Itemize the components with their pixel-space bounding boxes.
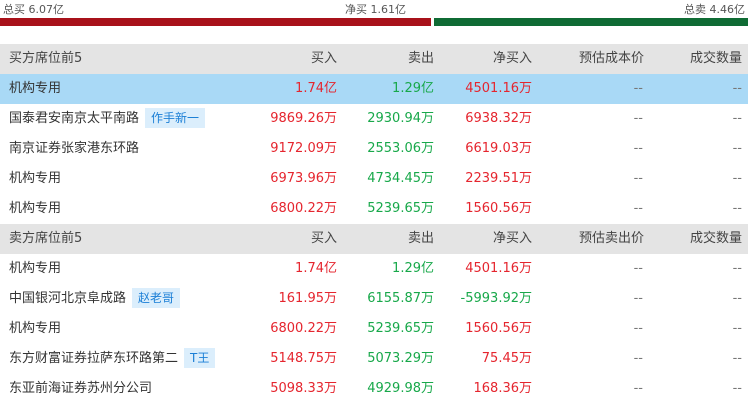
table-row[interactable]: 机构专用 1.74亿 1.29亿 4501.16万 -- -- (0, 254, 748, 284)
seat-name: 国泰君安南京太平南路 (9, 111, 140, 126)
col-seat-name: 买方席位前5 (9, 51, 83, 66)
net-amount: 6938.32万 (465, 111, 532, 126)
trader-tag[interactable]: 作手新一 (145, 107, 206, 128)
net-amount: 168.36万 (473, 381, 533, 396)
seat-name: 南京证券张家港东环路 (9, 141, 140, 156)
volume: -- (732, 111, 742, 126)
col-net-buy: 净买入 (492, 231, 532, 246)
seat-name: 机构专用 (9, 261, 62, 276)
seat-name: 机构专用 (9, 321, 62, 336)
volume: -- (732, 291, 742, 306)
col-sell: 卖出 (407, 51, 434, 66)
col-volume: 成交数量 (689, 231, 742, 246)
table-row[interactable]: 机构专用 6800.22万 5239.65万 1560.56万 -- -- (0, 314, 748, 344)
trader-tag[interactable]: 赵老哥 (132, 287, 181, 308)
table-row[interactable]: 机构专用 1.74亿 1.29亿 4501.16万 -- -- (0, 74, 748, 104)
seat-name: 机构专用 (9, 81, 62, 96)
buy-amount: 6800.22万 (270, 321, 337, 336)
buy-amount: 6973.96万 (270, 171, 337, 186)
seat-name-cell: 中国银河北京阜成路 赵老哥 (9, 284, 181, 314)
table-row[interactable]: 东亚前海证券苏州分公司 5098.33万 4929.98万 168.36万 --… (0, 374, 748, 400)
buy-sell-ratio-bar (0, 18, 748, 26)
seat-name: 机构专用 (9, 171, 62, 186)
sell-amount: 1.29亿 (392, 261, 434, 276)
volume: -- (732, 261, 742, 276)
summary-bar-labels: 总买 6.07亿 净买 1.61亿 总卖 4.46亿 (0, 0, 748, 16)
seat-name: 机构专用 (9, 201, 62, 216)
sell-amount: 5239.65万 (367, 201, 434, 216)
net-amount: 6619.03万 (465, 141, 532, 156)
net-amount: 4501.16万 (465, 81, 532, 96)
buy-amount: 9172.09万 (270, 141, 337, 156)
sell-amount: 5239.65万 (367, 321, 434, 336)
net-amount: -5993.92万 (460, 291, 532, 306)
table-row[interactable]: 国泰君安南京太平南路 作手新一 9869.26万 2930.94万 6938.32… (0, 104, 748, 134)
col-est-sell: 预估卖出价 (578, 231, 644, 246)
net-amount: 2239.51万 (465, 171, 532, 186)
sell-amount: 4734.45万 (367, 171, 434, 186)
col-buy: 买入 (310, 51, 337, 66)
sell-section-header: 卖方席位前5 买入 卖出 净买入 预估卖出价 成交数量 (0, 224, 748, 254)
buy-section-header: 买方席位前5 买入 卖出 净买入 预估成本价 成交数量 (0, 44, 748, 74)
table-row[interactable]: 机构专用 6973.96万 4734.45万 2239.51万 -- -- (0, 164, 748, 194)
seat-name-cell: 国泰君安南京太平南路 作手新一 (9, 104, 206, 134)
sell-amount: 4929.98万 (367, 381, 434, 396)
col-net-buy: 净买入 (492, 51, 532, 66)
seat-name: 东亚前海证券苏州分公司 (9, 381, 153, 396)
est-price: -- (633, 141, 643, 156)
volume: -- (732, 321, 742, 336)
volume: -- (732, 171, 742, 186)
buy-amount: 5148.75万 (270, 351, 337, 366)
col-sell: 卖出 (407, 231, 434, 246)
total-sell-label: 总卖 4.46亿 (684, 3, 745, 16)
total-buy-bar (0, 18, 431, 26)
sell-amount: 5073.29万 (367, 351, 434, 366)
net-buy-label: 净买 1.61亿 (345, 3, 406, 16)
table-row[interactable]: 东方财富证券拉萨东环路第二 T王 5148.75万 5073.29万 75.45万… (0, 344, 748, 374)
est-price: -- (633, 261, 643, 276)
est-price: -- (633, 81, 643, 96)
net-amount: 4501.16万 (465, 261, 532, 276)
table-row[interactable]: 中国银河北京阜成路 赵老哥 161.95万 6155.87万 -5993.92万 … (0, 284, 748, 314)
buy-amount: 161.95万 (278, 291, 338, 306)
table-row[interactable]: 南京证券张家港东环路 9172.09万 2553.06万 6619.03万 --… (0, 134, 748, 164)
col-volume: 成交数量 (689, 51, 742, 66)
seat-name: 中国银河北京阜成路 (9, 291, 127, 306)
est-price: -- (633, 201, 643, 216)
sell-amount: 2930.94万 (367, 111, 434, 126)
volume: -- (732, 81, 742, 96)
sell-amount: 2553.06万 (367, 141, 434, 156)
est-price: -- (633, 291, 643, 306)
sell-amount: 6155.87万 (367, 291, 434, 306)
volume: -- (732, 381, 742, 396)
col-seat-name: 卖方席位前5 (9, 231, 83, 246)
col-buy: 买入 (310, 231, 337, 246)
buy-amount: 1.74亿 (295, 81, 337, 96)
net-amount: 75.45万 (481, 351, 532, 366)
buy-amount: 5098.33万 (270, 381, 337, 396)
total-sell-bar (434, 18, 748, 26)
volume: -- (732, 351, 742, 366)
est-price: -- (633, 171, 643, 186)
sell-amount: 1.29亿 (392, 81, 434, 96)
buy-amount: 6800.22万 (270, 201, 337, 216)
col-est-cost: 预估成本价 (578, 51, 644, 66)
seat-name-cell: 东方财富证券拉萨东环路第二 T王 (9, 344, 216, 374)
trader-tag[interactable]: T王 (184, 347, 216, 368)
net-amount: 1560.56万 (465, 321, 532, 336)
volume: -- (732, 141, 742, 156)
est-price: -- (633, 111, 643, 126)
total-buy-label: 总买 6.07亿 (3, 3, 64, 16)
net-amount: 1560.56万 (465, 201, 532, 216)
buy-amount: 9869.26万 (270, 111, 337, 126)
seat-table: 买方席位前5 买入 卖出 净买入 预估成本价 成交数量 机构专用 1.74亿 1… (0, 44, 748, 400)
est-price: -- (633, 381, 643, 396)
table-row[interactable]: 机构专用 6800.22万 5239.65万 1560.56万 -- -- (0, 194, 748, 224)
est-price: -- (633, 351, 643, 366)
seat-name: 东方财富证券拉萨东环路第二 (9, 351, 179, 366)
buy-amount: 1.74亿 (295, 261, 337, 276)
est-price: -- (633, 321, 643, 336)
volume: -- (732, 201, 742, 216)
